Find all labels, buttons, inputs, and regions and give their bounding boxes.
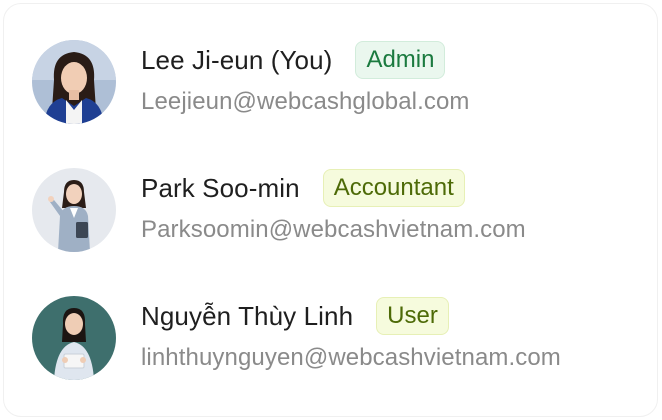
avatar bbox=[32, 168, 116, 252]
member-name: Park Soo-min bbox=[141, 172, 300, 203]
role-badge-admin: Admin bbox=[355, 41, 446, 79]
member-row[interactable]: Lee Ji-eun (You) Admin Leejieun@webcashg… bbox=[0, 30, 662, 130]
user-photo-avatar-icon bbox=[32, 296, 116, 380]
member-email: Parksoomin@webcashvietnam.com bbox=[141, 216, 526, 243]
member-name: Lee Ji-eun (You) bbox=[141, 44, 333, 75]
member-name: Nguyễn Thùy Linh bbox=[141, 300, 354, 331]
member-email: Leejieun@webcashglobal.com bbox=[141, 88, 470, 115]
role-badge-accountant: Accountant bbox=[322, 169, 465, 207]
member-row[interactable]: Nguyễn Thùy Linh User linhthuynguyen@web… bbox=[0, 286, 662, 386]
role-badge-user: User bbox=[376, 297, 449, 335]
avatar bbox=[32, 40, 116, 124]
member-name-line: Nguyễn Thùy Linh User bbox=[141, 296, 449, 336]
member-name-line: Park Soo-min Accountant bbox=[141, 168, 465, 208]
user-photo-avatar-icon bbox=[32, 168, 116, 252]
avatar bbox=[32, 296, 116, 380]
user-photo-avatar-icon bbox=[32, 40, 116, 124]
member-row[interactable]: Park Soo-min Accountant Parksoomin@webca… bbox=[0, 158, 662, 258]
member-email: linhthuynguyen@webcashvietnam.com bbox=[141, 344, 561, 371]
member-name-line: Lee Ji-eun (You) Admin bbox=[141, 40, 446, 80]
